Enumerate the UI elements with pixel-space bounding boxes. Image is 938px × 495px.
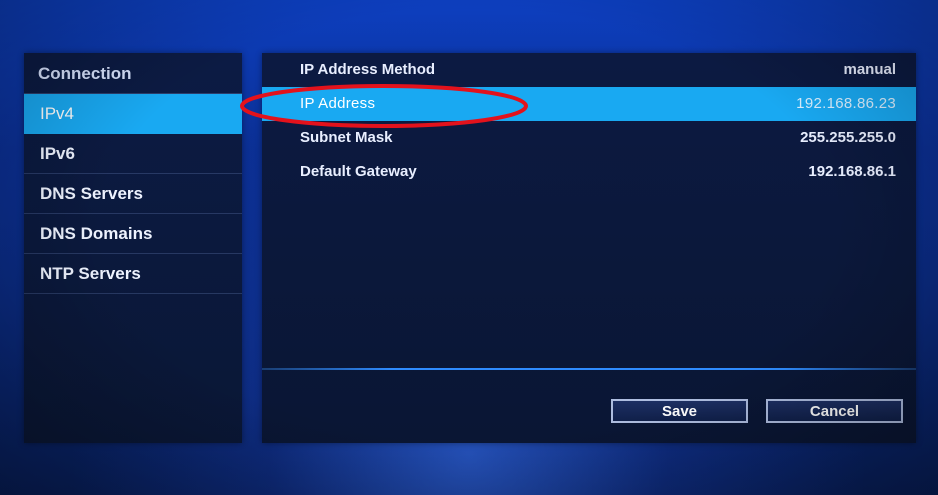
setting-value: 255.255.255.0 [800,129,896,146]
cancel-button[interactable]: Cancel [766,399,903,423]
setting-row-ip-address-method[interactable]: IP Address Method manual [262,53,916,87]
setting-row-default-gateway[interactable]: Default Gateway 192.168.86.1 [262,155,916,189]
panel-divider [262,368,916,370]
sidebar-menu: Connection IPv4 IPv6 DNS Servers DNS Dom… [24,53,242,443]
sidebar-item-ipv6[interactable]: IPv6 [24,134,242,174]
setting-value: manual [843,61,896,78]
setting-value: 192.168.86.1 [808,163,896,180]
sidebar-item-dns-domains[interactable]: DNS Domains [24,214,242,254]
setting-row-ip-address[interactable]: IP Address 192.168.86.23 [262,87,916,121]
sidebar-item-ntp-servers[interactable]: NTP Servers [24,254,242,294]
save-button[interactable]: Save [611,399,748,423]
setting-row-subnet-mask[interactable]: Subnet Mask 255.255.255.0 [262,121,916,155]
tv-settings-screen: Connection IPv4 IPv6 DNS Servers DNS Dom… [0,0,938,495]
sidebar-item-ipv4[interactable]: IPv4 [24,94,242,134]
ipv4-settings-panel: IP Address Method manual IP Address 192.… [262,53,916,443]
setting-label: Default Gateway [300,163,417,180]
setting-value: 192.168.86.23 [796,95,896,112]
setting-label: Subnet Mask [300,129,393,146]
setting-label: IP Address Method [300,61,436,78]
sidebar-item-dns-servers[interactable]: DNS Servers [24,174,242,214]
setting-label: IP Address [300,95,376,112]
sidebar-heading: Connection [24,53,242,94]
